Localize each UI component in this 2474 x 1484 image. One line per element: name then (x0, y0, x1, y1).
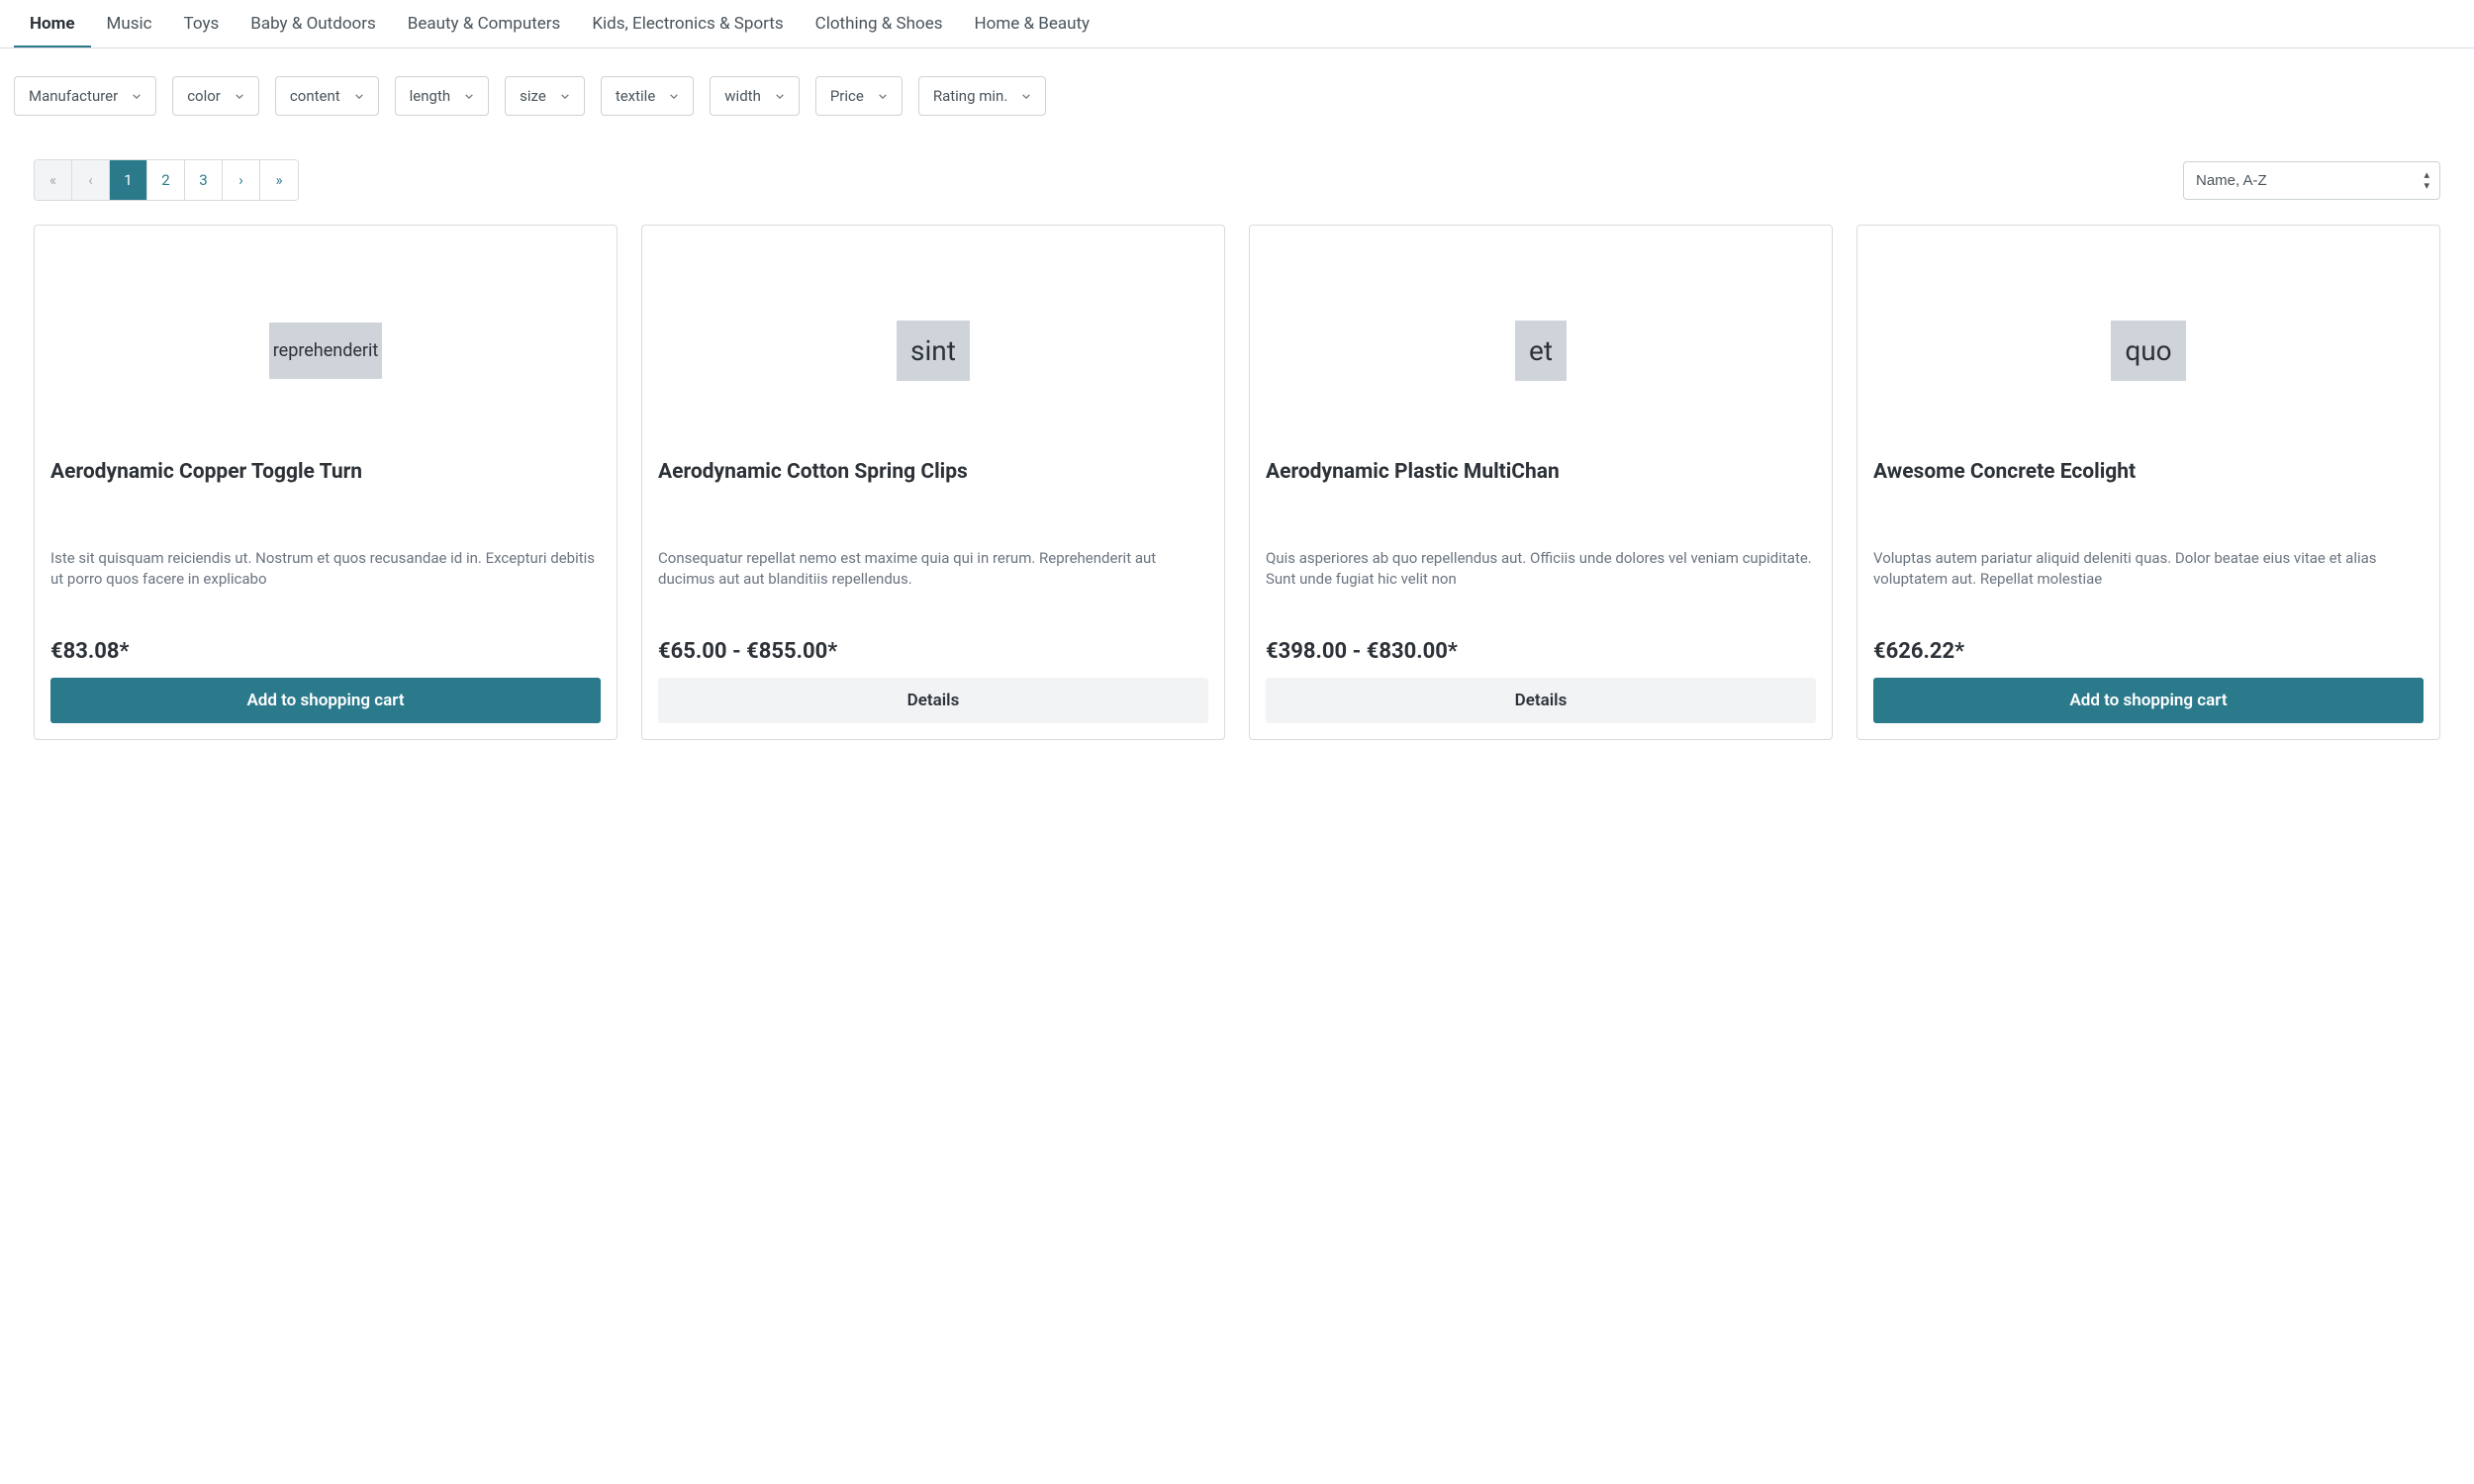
nav-item[interactable]: Clothing & Shoes (800, 0, 959, 47)
nav-item[interactable]: Kids, Electronics & Sports (576, 0, 799, 47)
product-image-area[interactable]: reprehenderit (50, 241, 601, 459)
sort-select-wrap[interactable]: Name, A-Z ▴▾ (2183, 161, 2440, 200)
product-grid: reprehenderit Aerodynamic Copper Toggle T… (0, 201, 2474, 740)
product-price: €83.08* (50, 639, 601, 664)
filter-label: width (724, 87, 761, 105)
details-button[interactable]: Details (658, 678, 1208, 723)
nav-item[interactable]: Toys (168, 0, 236, 47)
chevron-down-icon (775, 91, 785, 101)
product-image-area[interactable]: sint (658, 241, 1208, 459)
filter-button[interactable]: content (275, 76, 379, 116)
product-image-placeholder: et (1515, 321, 1567, 381)
add-to-cart-button[interactable]: Add to shopping cart (50, 678, 601, 723)
chevron-down-icon (354, 91, 364, 101)
main-nav: HomeMusicToysBaby & OutdoorsBeauty & Com… (0, 0, 2474, 48)
product-card: et Aerodynamic Plastic MultiChan Quis aspe… (1249, 225, 1833, 740)
sort-select[interactable]: Name, A-Z (2184, 162, 2439, 199)
pagination: «‹123›» (34, 159, 299, 201)
add-to-cart-button[interactable]: Add to shopping cart (1873, 678, 2424, 723)
product-card: reprehenderit Aerodynamic Copper Toggle T… (34, 225, 618, 740)
product-title[interactable]: Aerodynamic Plastic MultiChan (1266, 459, 1816, 538)
product-card: sint Aerodynamic Cotton Spring Clips Conse… (641, 225, 1225, 740)
page-number[interactable]: 1 (110, 160, 147, 200)
chevron-down-icon (132, 91, 142, 101)
product-image-placeholder: reprehenderit (269, 323, 383, 379)
filter-label: Rating min. (933, 87, 1007, 105)
product-image-placeholder: sint (897, 321, 970, 381)
filter-button[interactable]: textile (601, 76, 694, 116)
filter-label: size (520, 87, 546, 105)
filter-label: color (187, 87, 221, 105)
filter-button[interactable]: Rating min. (918, 76, 1046, 116)
page-prev: ‹ (72, 160, 110, 200)
chevron-down-icon (464, 91, 474, 101)
nav-item[interactable]: Home & Beauty (959, 0, 1106, 47)
filter-label: content (290, 87, 340, 105)
product-price: €398.00 - €830.00* (1266, 639, 1816, 664)
product-title[interactable]: Awesome Concrete Ecolight (1873, 459, 2424, 538)
page-number[interactable]: 2 (147, 160, 185, 200)
nav-item[interactable]: Baby & Outdoors (235, 0, 392, 47)
product-title[interactable]: Aerodynamic Copper Toggle Turn (50, 459, 601, 538)
chevron-down-icon (560, 91, 570, 101)
filter-button[interactable]: width (710, 76, 800, 116)
filter-button[interactable]: Price (815, 76, 903, 116)
nav-item[interactable]: Beauty & Computers (392, 0, 577, 47)
product-image-area[interactable]: quo (1873, 241, 2424, 459)
filter-button[interactable]: color (172, 76, 259, 116)
product-image-placeholder: quo (2111, 321, 2185, 381)
filter-label: Manufacturer (29, 87, 118, 105)
filter-label: length (410, 87, 450, 105)
details-button[interactable]: Details (1266, 678, 1816, 723)
filter-button[interactable]: Manufacturer (14, 76, 156, 116)
page-first: « (35, 160, 72, 200)
product-description: Quis asperiores ab quo repellendus aut. … (1266, 548, 1816, 625)
product-description: Iste sit quisquam reiciendis ut. Nostrum… (50, 548, 601, 625)
chevron-down-icon (669, 91, 679, 101)
listing-toolbar: «‹123›» Name, A-Z ▴▾ (0, 116, 2474, 201)
filter-label: textile (616, 87, 655, 105)
product-image-area[interactable]: et (1266, 241, 1816, 459)
chevron-down-icon (1021, 91, 1031, 101)
product-description: Voluptas autem pariatur aliquid deleniti… (1873, 548, 2424, 625)
filter-label: Price (830, 87, 864, 105)
page-next[interactable]: › (223, 160, 260, 200)
filter-button[interactable]: size (505, 76, 585, 116)
chevron-down-icon (235, 91, 244, 101)
product-title[interactable]: Aerodynamic Cotton Spring Clips (658, 459, 1208, 538)
page-number[interactable]: 3 (185, 160, 223, 200)
product-card: quo Awesome Concrete Ecolight Voluptas aut… (1856, 225, 2440, 740)
nav-item[interactable]: Music (91, 0, 168, 47)
filter-button[interactable]: length (395, 76, 489, 116)
product-price: €65.00 - €855.00* (658, 639, 1208, 664)
chevron-down-icon (878, 91, 888, 101)
product-price: €626.22* (1873, 639, 2424, 664)
nav-item[interactable]: Home (14, 0, 91, 47)
product-description: Consequatur repellat nemo est maxime qui… (658, 548, 1208, 625)
page-last[interactable]: » (260, 160, 298, 200)
filter-bar: Manufacturer color content length size textil… (0, 48, 2474, 116)
